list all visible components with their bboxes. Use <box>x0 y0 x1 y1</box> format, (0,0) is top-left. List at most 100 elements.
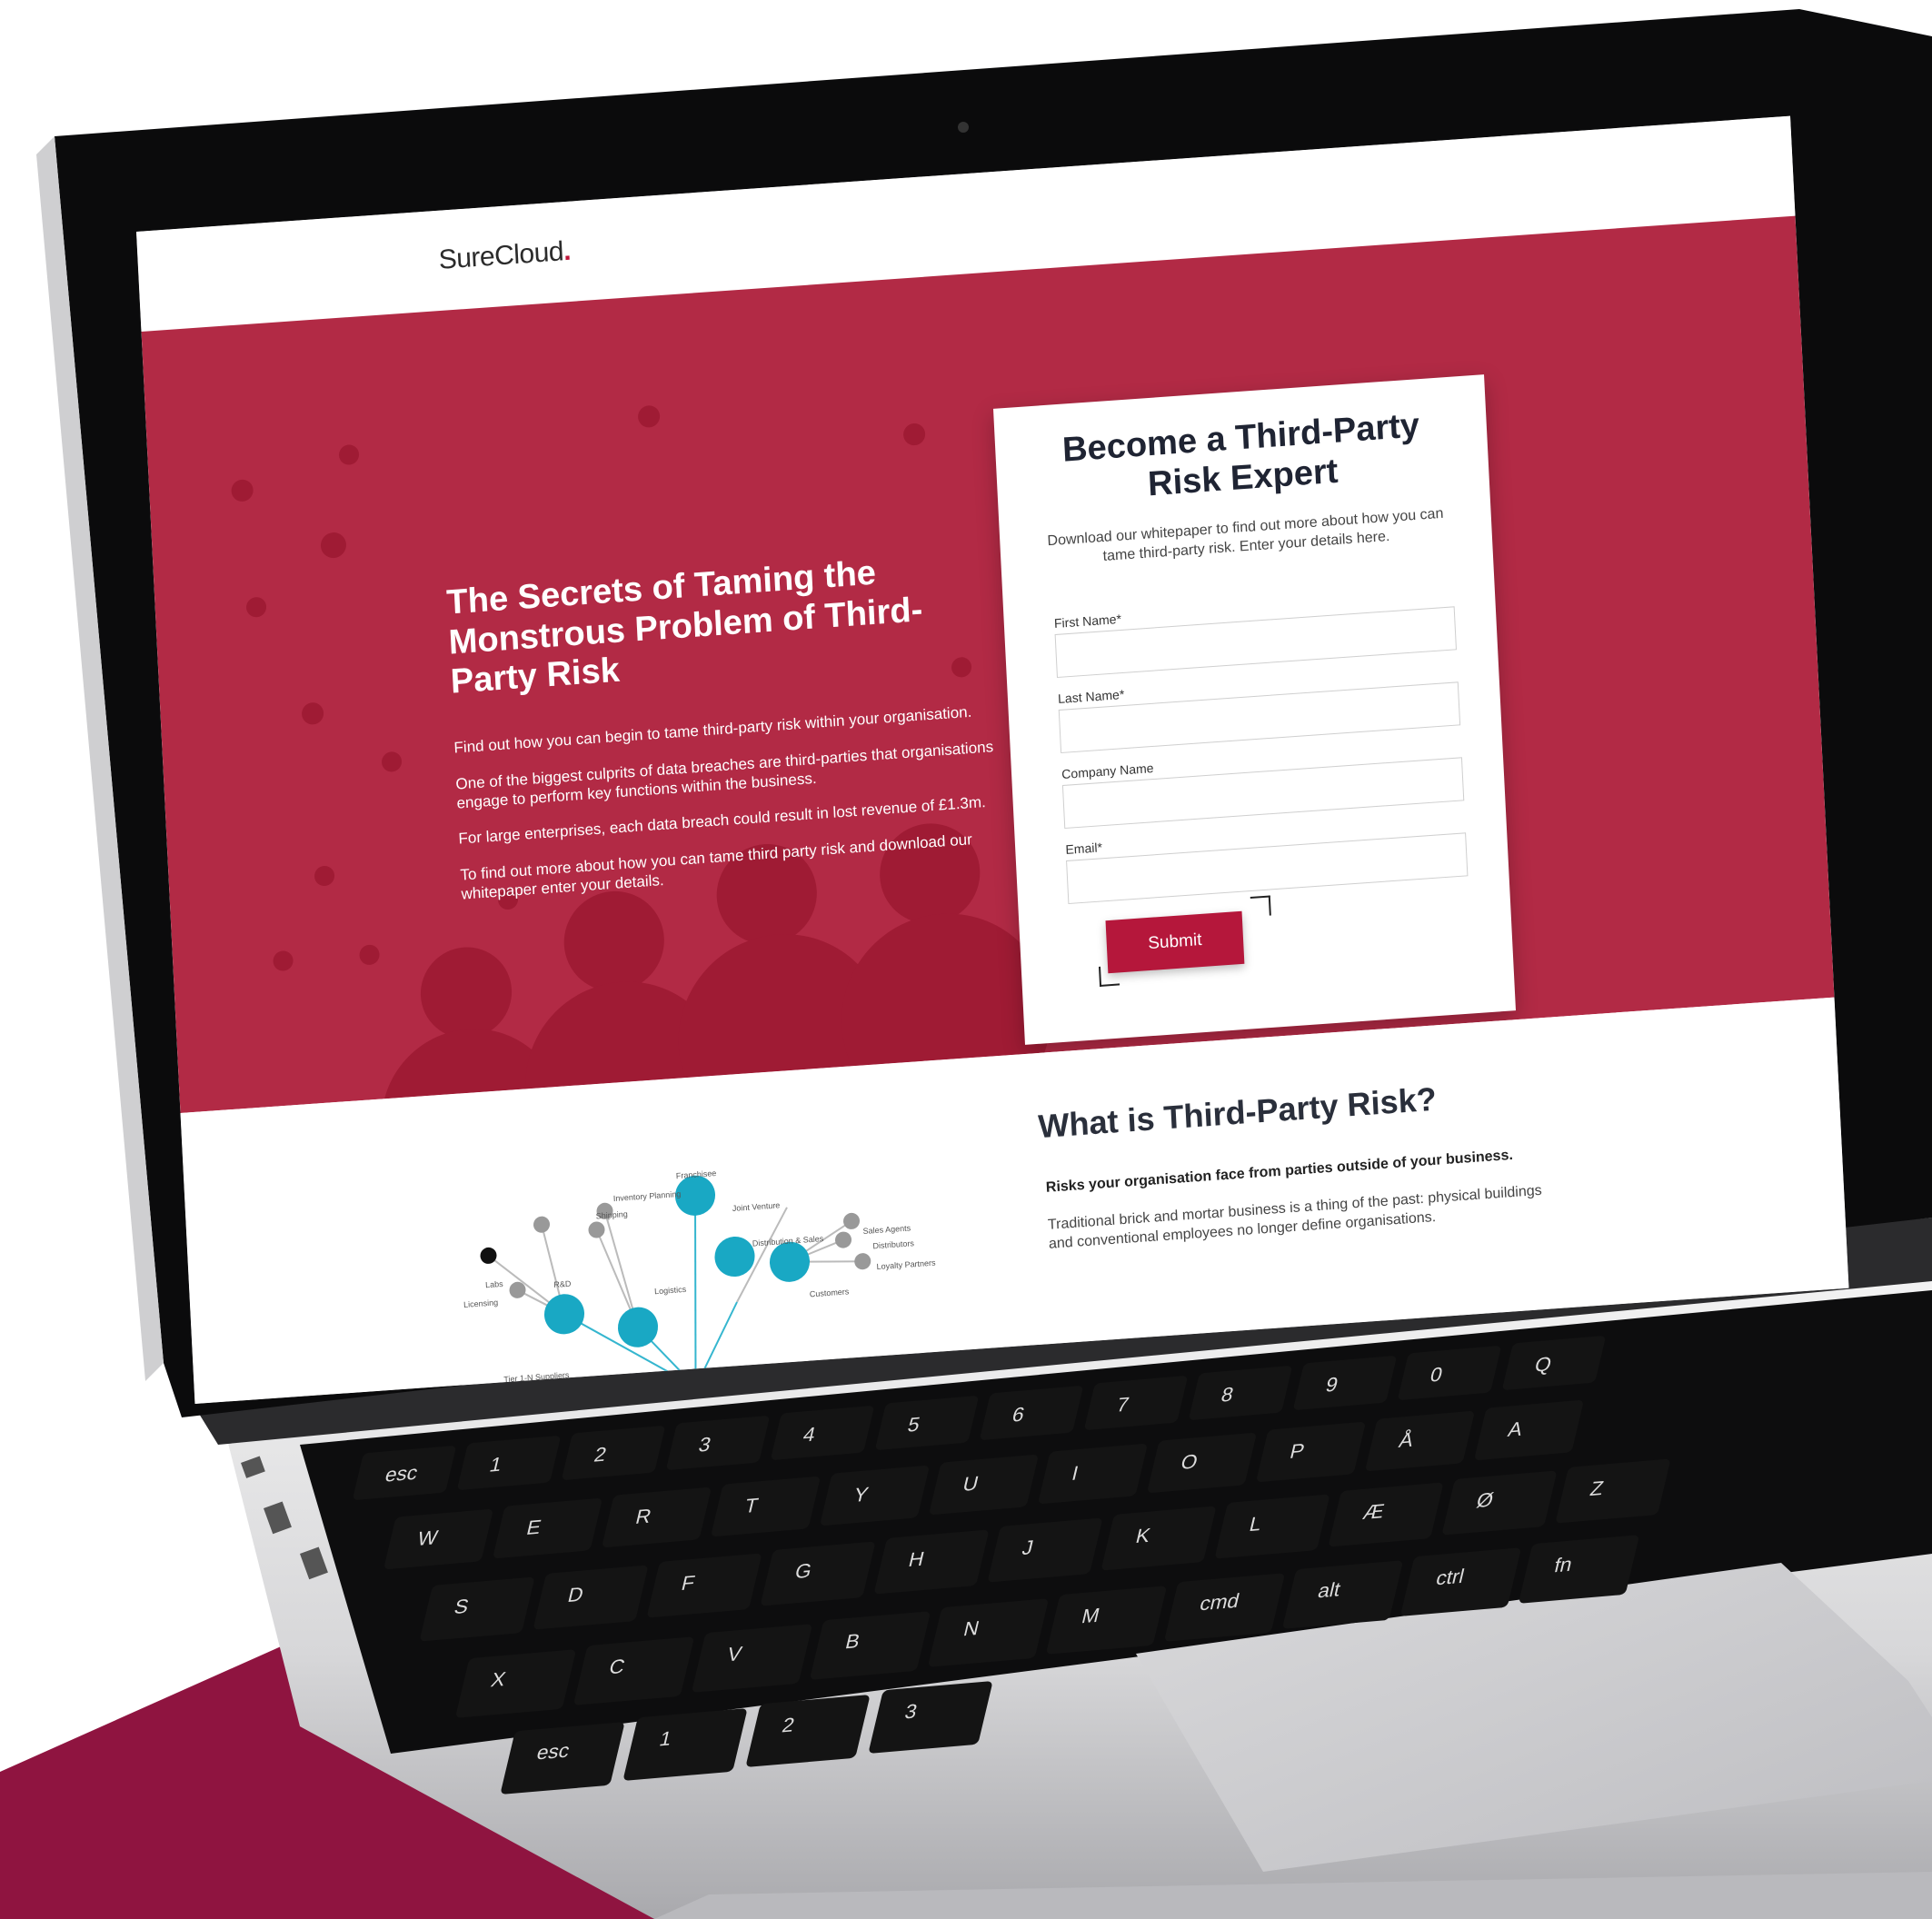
keyboard-key: esc <box>500 1721 625 1795</box>
keyboard-key-label: O <box>1179 1449 1200 1474</box>
keyboard-key: Ø <box>1441 1470 1558 1536</box>
person-silhouette-head <box>562 888 667 995</box>
keyboard-key: 1 <box>622 1707 748 1782</box>
keyboard-key: X <box>454 1649 577 1718</box>
keyboard-key-label: 7 <box>1114 1392 1131 1417</box>
keyboard-key-label: esc <box>383 1460 421 1486</box>
keyboard-key: 7 <box>1083 1375 1189 1431</box>
keyboard-key-label: A <box>1506 1417 1526 1441</box>
keyboard-key-label: U <box>961 1471 981 1496</box>
keyboard-key-label: B <box>842 1629 862 1654</box>
decorative-dot <box>301 701 324 726</box>
keyboard-key-label: C <box>606 1655 628 1679</box>
keyboard-key-label: I <box>1070 1461 1081 1485</box>
keyboard-key: L <box>1214 1494 1330 1559</box>
keyboard-key: cmd <box>1163 1573 1286 1642</box>
keyboard-key-label: 0 <box>1428 1362 1445 1387</box>
keyboard-key: E <box>492 1497 603 1559</box>
keyboard-key-label: 9 <box>1323 1372 1340 1397</box>
keyboard-key-label: Q <box>1532 1352 1554 1377</box>
email-field[interactable] <box>1066 832 1469 905</box>
decorative-dot <box>381 751 403 773</box>
surecloud-logo[interactable]: SureCloud. <box>438 236 572 276</box>
keyboard-key: Z <box>1555 1458 1671 1524</box>
keyboard-key: R <box>601 1486 712 1548</box>
keyboard-key-label: 3 <box>902 1699 920 1724</box>
keyboard-key-label: 4 <box>801 1422 818 1447</box>
diagram-label: Loyalty Partners <box>876 1258 936 1272</box>
keyboard-key: Q <box>1501 1335 1607 1391</box>
decorative-dot <box>359 944 381 966</box>
keyboard-key: 8 <box>1188 1365 1293 1421</box>
keyboard-key-label: E <box>524 1515 544 1539</box>
keyboard-key: A <box>1473 1399 1585 1461</box>
keyboard-key: alt <box>1281 1560 1404 1629</box>
decorative-dot <box>231 479 254 502</box>
diagram-label: Labs <box>485 1279 503 1289</box>
keyboard-key: N <box>927 1598 1050 1667</box>
diagram-label: Distributors <box>872 1238 914 1250</box>
keyboard-key: U <box>928 1454 1040 1516</box>
keyboard-key: T <box>710 1476 822 1537</box>
keyboard-key-label: V <box>724 1642 744 1666</box>
keyboard-key-label: W <box>415 1526 441 1550</box>
company-name-label: Company Name <box>1061 760 1154 782</box>
diagram-label: Licensing <box>463 1298 498 1309</box>
decorative-dot <box>902 423 926 446</box>
decorative-dot <box>320 532 347 560</box>
section-title: What is Third-Party Risk? <box>1037 1079 1438 1146</box>
keyboard-key-label: P <box>1288 1438 1308 1463</box>
keyboard-key: 0 <box>1397 1345 1502 1401</box>
keyboard-key: 9 <box>1292 1355 1398 1411</box>
keyboard-key-label: Z <box>1588 1477 1607 1501</box>
keyboard-key-label: H <box>906 1546 927 1572</box>
keyboard-key: C <box>573 1636 695 1705</box>
keyboard-key-label: J <box>1020 1536 1036 1560</box>
diagram-label: Sales Agents <box>862 1223 911 1236</box>
hero-title: The Secrets of Taming the Monstrous Prob… <box>445 553 924 701</box>
keyboard-key-label: D <box>565 1582 586 1607</box>
keyboard-key-label: fn <box>1551 1552 1575 1577</box>
decorative-dot <box>245 596 267 618</box>
keyboard-key-label: R <box>633 1504 654 1528</box>
first-name-label: First Name* <box>1053 611 1122 631</box>
keyboard-key-label: esc <box>534 1738 573 1765</box>
person-silhouette-head <box>418 944 514 1042</box>
keyboard-key: esc <box>352 1445 457 1501</box>
diagram-label: Shipping <box>596 1209 628 1220</box>
keyboard-key: B <box>809 1611 931 1680</box>
download-form: Become a Third-Party Risk Expert Downloa… <box>993 374 1516 1045</box>
keyboard-key: J <box>987 1517 1103 1583</box>
keyboard-key: W <box>383 1508 494 1570</box>
keyboard-key-label: 1 <box>487 1452 504 1477</box>
keyboard-key: 4 <box>770 1405 875 1461</box>
corner-bracket-icon <box>1099 965 1120 987</box>
keyboard-key-label: 8 <box>1219 1382 1236 1407</box>
keyboard-key: M <box>1045 1586 1168 1655</box>
diagram-label: Logistics <box>654 1285 687 1296</box>
keyboard-key-label: K <box>1133 1523 1153 1548</box>
logo-text: SureCloud <box>437 236 564 275</box>
keyboard-key: Æ <box>1328 1482 1444 1547</box>
diagram-label: Customers <box>810 1287 850 1298</box>
diagram-label: Joint Venture <box>732 1200 781 1213</box>
browser-screen: SureCloud. The Secrets of Taming the Mon… <box>136 115 1849 1405</box>
ecosystem-diagram: Inventory Planning Shipping Franchisee J… <box>463 1168 936 1388</box>
keyboard-key: 3 <box>868 1680 993 1755</box>
keyboard-key: 1 <box>456 1435 562 1491</box>
keyboard-key-label: Ø <box>1474 1487 1496 1513</box>
corner-bracket-icon <box>1250 895 1271 918</box>
last-name-label: Last Name* <box>1057 686 1125 707</box>
keyboard-key-label: T <box>742 1493 761 1517</box>
keyboard-key: 6 <box>979 1385 1084 1441</box>
keyboard-key-label: alt <box>1315 1577 1343 1603</box>
form-subtitle: Download our whitepaper to find out more… <box>1047 505 1444 564</box>
keyboard-key-label: F <box>679 1571 698 1596</box>
keyboard-key: 2 <box>561 1425 666 1481</box>
keyboard-key: ctrl <box>1399 1547 1522 1616</box>
keyboard-key: H <box>873 1529 990 1595</box>
keyboard-key-label: Å <box>1397 1427 1417 1452</box>
keyboard-key: 5 <box>874 1395 980 1451</box>
submit-button[interactable]: Submit <box>1105 910 1245 974</box>
keyboard-key-label: Æ <box>1360 1499 1387 1525</box>
